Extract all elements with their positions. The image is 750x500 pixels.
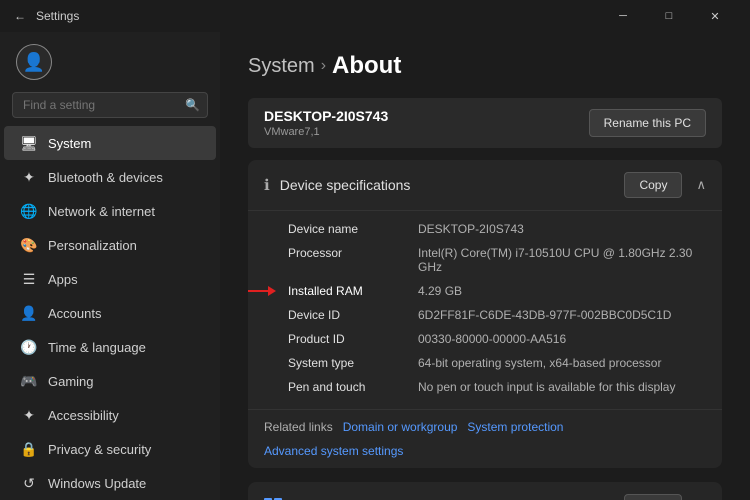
sidebar-icon-accounts: 👤 (20, 304, 38, 322)
spec-row: Pen and touch No pen or touch input is a… (288, 375, 706, 399)
related-link-advanced[interactable]: Advanced system settings (264, 444, 403, 458)
sidebar-icon-update: ↺ (20, 474, 38, 492)
content-area: System › About DESKTOP-2I0S743 VMware7,1… (220, 32, 750, 500)
spec-row: Installed RAM 4.29 GB (288, 279, 706, 303)
minimize-button[interactable]: ─ (600, 0, 646, 32)
spec-value: 6D2FF81F-C6DE-43DB-977F-002BBC0D5C1D (418, 308, 706, 322)
sidebar-item-accounts[interactable]: 👤 Accounts (4, 296, 216, 330)
sidebar-item-network[interactable]: 🌐 Network & internet (4, 194, 216, 228)
app-body: 👤 🔍 🖥 System✦ Bluetooth & devices🌐 Netwo… (0, 32, 750, 500)
spec-label: Installed RAM (288, 284, 418, 298)
sidebar-label-privacy: Privacy & security (48, 442, 151, 457)
spec-value: Intel(R) Core(TM) i7-10510U CPU @ 1.80GH… (418, 246, 706, 274)
sidebar-item-time[interactable]: 🕐 Time & language (4, 330, 216, 364)
spec-label: Product ID (288, 332, 418, 346)
pc-bar: DESKTOP-2I0S743 VMware7,1 Rename this PC (248, 98, 722, 148)
avatar: 👤 (16, 44, 52, 80)
search-box: 🔍 (12, 92, 208, 118)
sidebar-item-personalization[interactable]: 🎨 Personalization (4, 228, 216, 262)
spec-row: Processor Intel(R) Core(TM) i7-10510U CP… (288, 241, 706, 279)
related-links: Related links Domain or workgroup System… (248, 409, 722, 468)
sidebar-item-gaming[interactable]: 🎮 Gaming (4, 364, 216, 398)
pc-name: DESKTOP-2I0S743 (264, 108, 388, 124)
sidebar-label-accessibility: Accessibility (48, 408, 119, 423)
sidebar-label-accounts: Accounts (48, 306, 101, 321)
device-specs-section: ℹ Device specifications Copy ∧ Device na… (248, 160, 722, 468)
sidebar-label-update: Windows Update (48, 476, 146, 491)
spec-row: Device name DESKTOP-2I0S743 (288, 217, 706, 241)
pc-info: DESKTOP-2I0S743 VMware7,1 (264, 108, 388, 138)
sidebar-label-apps: Apps (48, 272, 78, 287)
windows-specs-copy-button[interactable]: Copy (624, 494, 682, 500)
spec-label: Device ID (288, 308, 418, 322)
device-specs-header: ℹ Device specifications Copy ∧ (248, 160, 722, 211)
sidebar-item-update[interactable]: ↺ Windows Update (4, 466, 216, 500)
sidebar: 👤 🔍 🖥 System✦ Bluetooth & devices🌐 Netwo… (0, 32, 220, 500)
spec-value: DESKTOP-2I0S743 (418, 222, 706, 236)
sidebar-icon-personalization: 🎨 (20, 236, 38, 254)
breadcrumb-parent: System (248, 55, 315, 78)
arrow-indicator (248, 286, 276, 296)
sidebar-header: 👤 (0, 32, 220, 88)
sidebar-item-privacy[interactable]: 🔒 Privacy & security (4, 432, 216, 466)
breadcrumb: System › About (248, 52, 722, 80)
pc-sub: VMware7,1 (264, 126, 388, 138)
spec-value: 4.29 GB (418, 284, 706, 298)
sidebar-icon-network: 🌐 (20, 202, 38, 220)
breadcrumb-current: About (332, 52, 401, 80)
sidebar-label-bluetooth: Bluetooth & devices (48, 170, 163, 185)
sidebar-item-bluetooth[interactable]: ✦ Bluetooth & devices (4, 160, 216, 194)
device-specs-table: Device name DESKTOP-2I0S743 Processor In… (248, 211, 722, 409)
rename-pc-button[interactable]: Rename this PC (589, 109, 706, 137)
sidebar-item-apps[interactable]: ☰ Apps (4, 262, 216, 296)
info-icon: ℹ (264, 176, 270, 194)
spec-label: Device name (288, 222, 418, 236)
sidebar-icon-bluetooth: ✦ (20, 168, 38, 186)
close-button[interactable]: ✕ (692, 0, 738, 32)
windows-specs-section: Windows specifications Copy ∧ Edition Wi… (248, 482, 722, 500)
window-controls: ─ □ ✕ (600, 0, 738, 32)
sidebar-icon-accessibility: ✦ (20, 406, 38, 424)
sidebar-label-gaming: Gaming (48, 374, 94, 389)
sidebar-item-accessibility[interactable]: ✦ Accessibility (4, 398, 216, 432)
sidebar-label-system: System (48, 136, 91, 151)
related-links-label: Related links (264, 420, 333, 434)
device-specs-title: Device specifications (280, 177, 615, 193)
device-specs-collapse-icon[interactable]: ∧ (696, 177, 706, 193)
breadcrumb-chevron: › (321, 57, 326, 75)
back-icon[interactable]: ← (12, 8, 28, 24)
sidebar-item-system[interactable]: 🖥 System (4, 126, 216, 160)
windows-specs-header: Windows specifications Copy ∧ (248, 482, 722, 500)
search-icon: 🔍 (185, 98, 200, 112)
spec-label: Pen and touch (288, 380, 418, 394)
sidebar-icon-system: 🖥 (20, 134, 38, 152)
sidebar-label-time: Time & language (48, 340, 146, 355)
sidebar-label-personalization: Personalization (48, 238, 137, 253)
spec-value: 64-bit operating system, x64-based proce… (418, 356, 706, 370)
spec-row: Device ID 6D2FF81F-C6DE-43DB-977F-002BBC… (288, 303, 706, 327)
sidebar-icon-gaming: 🎮 (20, 372, 38, 390)
avatar-icon: 👤 (23, 52, 45, 73)
spec-row: Product ID 00330-80000-00000-AA516 (288, 327, 706, 351)
spec-value: 00330-80000-00000-AA516 (418, 332, 706, 346)
related-link-protection[interactable]: System protection (467, 420, 563, 434)
sidebar-icon-privacy: 🔒 (20, 440, 38, 458)
related-link-domain[interactable]: Domain or workgroup (343, 420, 458, 434)
titlebar-title: Settings (36, 9, 79, 23)
spec-label: Processor (288, 246, 418, 274)
search-input[interactable] (12, 92, 208, 118)
device-specs-copy-button[interactable]: Copy (624, 172, 682, 198)
spec-label: System type (288, 356, 418, 370)
sidebar-nav: 🖥 System✦ Bluetooth & devices🌐 Network &… (0, 126, 220, 500)
spec-row: System type 64-bit operating system, x64… (288, 351, 706, 375)
sidebar-icon-time: 🕐 (20, 338, 38, 356)
spec-value: No pen or touch input is available for t… (418, 380, 706, 394)
titlebar: ← Settings ─ □ ✕ (0, 0, 750, 32)
sidebar-icon-apps: ☰ (20, 270, 38, 288)
restore-button[interactable]: □ (646, 0, 692, 32)
sidebar-label-network: Network & internet (48, 204, 155, 219)
